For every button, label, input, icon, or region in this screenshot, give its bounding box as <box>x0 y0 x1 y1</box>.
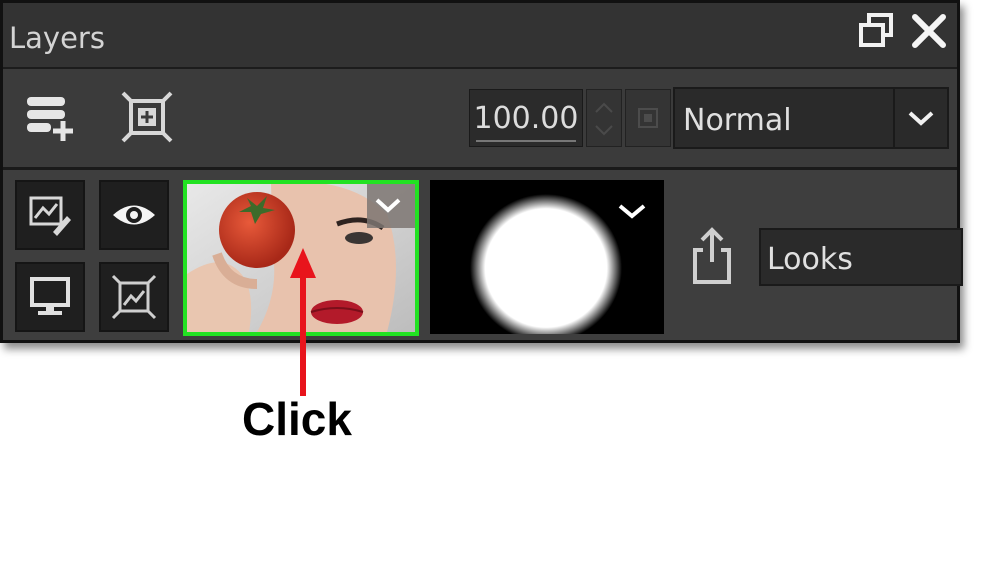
radial-mask-image <box>430 180 664 334</box>
visibility-eye-icon <box>113 205 155 225</box>
new-layer-button[interactable] <box>21 89 77 145</box>
layer-name: Looks <box>767 242 853 277</box>
layer-name-field[interactable]: Looks <box>759 228 963 286</box>
layer-mask-thumbnail[interactable] <box>430 180 664 334</box>
spinner-arrows-icon <box>595 102 613 136</box>
display-layer-button[interactable] <box>15 262 85 332</box>
restore-window-button[interactable] <box>855 9 899 53</box>
layer-toolbar: 100.00 Normal <box>3 69 957 170</box>
layer-row[interactable]: Looks <box>3 170 963 340</box>
fit-layer-button[interactable] <box>119 89 175 145</box>
opacity-spinner[interactable] <box>586 89 622 147</box>
visibility-toggle[interactable] <box>99 180 169 250</box>
edit-layer-button[interactable] <box>15 180 85 250</box>
restore-icon <box>859 13 893 47</box>
panel-titlebar: Layers <box>3 3 957 69</box>
add-layer-icon <box>27 97 73 141</box>
annotation-label: Click <box>242 393 352 445</box>
edit-layer-icon <box>29 196 71 236</box>
close-button[interactable] <box>907 9 951 53</box>
fit-to-canvas-icon <box>121 91 173 143</box>
fit-image-button[interactable] <box>99 262 169 332</box>
fit-image-icon <box>111 274 157 320</box>
layers-panel: Layers 100.00 Normal Looks <box>0 0 963 343</box>
share-layer-button[interactable] <box>689 226 735 288</box>
blend-mode-dropdown-button[interactable] <box>893 89 947 147</box>
blend-mode-value: Normal <box>683 103 792 138</box>
lock-square-icon <box>638 108 658 128</box>
close-icon <box>912 14 946 48</box>
opacity-input[interactable]: 100.00 <box>469 89 583 147</box>
lock-opacity-button[interactable] <box>625 89 671 147</box>
blend-mode-select[interactable]: Normal <box>673 87 949 149</box>
chevron-down-icon <box>908 111 934 126</box>
annotation-arrow <box>290 248 316 396</box>
panel-title: Layers <box>9 21 105 55</box>
share-icon <box>693 227 731 284</box>
display-monitor-icon <box>30 277 70 315</box>
